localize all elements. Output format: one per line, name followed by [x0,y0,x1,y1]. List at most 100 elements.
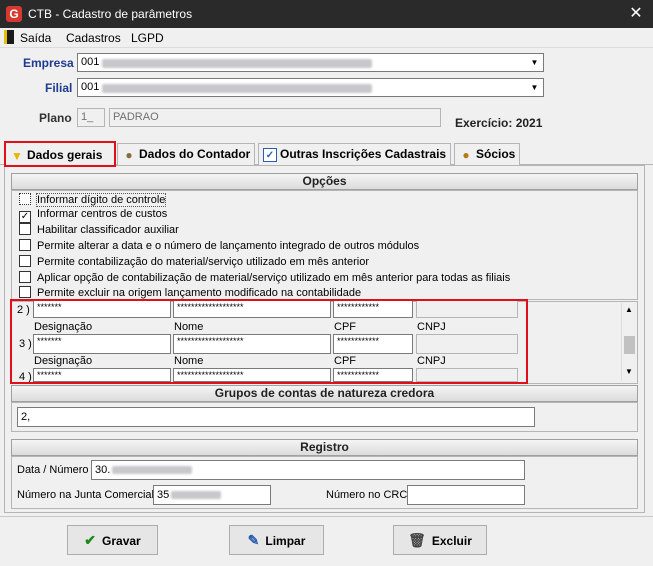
tab-label: Dados gerais [27,148,103,162]
scroll-thumb[interactable] [624,336,635,354]
designacao-field[interactable]: ******* [33,334,171,354]
checkbox-label: Permite excluir na origem lançamento mod… [37,287,362,299]
menu-cadastros[interactable]: Cadastros [66,31,121,45]
tab-dados-contador[interactable]: ● Dados do Contador [117,143,256,165]
checkbox[interactable] [19,271,31,283]
filial-label: Filial [45,81,73,95]
people-icon: ● [462,147,470,162]
col-label-cpf: CPF [334,321,356,333]
tab-outras-inscricoes[interactable]: ✓ Outras Inscrições Cadastrais [258,143,452,165]
opcao-excluir-origem[interactable]: Permite excluir na origem lançamento mod… [19,286,361,301]
opcao-alterar-data[interactable]: Permite alterar a data e o número de lan… [19,239,419,254]
col-label-cnpj: CNPJ [417,355,446,367]
footer-divider [0,516,653,517]
col-label-designacao: Designação [34,355,93,367]
plano-label: Plano [39,111,72,125]
menu-lgpd[interactable]: LGPD [131,31,164,45]
window-title: CTB - Cadastro de parâmetros [28,7,193,21]
col-label-nome: Nome [174,355,204,367]
cpf-field[interactable]: ************ [333,368,413,382]
checkbox[interactable] [19,193,31,205]
checkbox-checked[interactable]: ✓ [19,211,31,223]
menu-bar: Saída Cadastros LGPD [0,28,653,48]
crc-input[interactable] [407,485,525,505]
row-number: 4 ) [19,371,32,383]
person-icon: ● [125,147,133,162]
button-label: Excluir [431,534,472,548]
button-label: Limpar [265,534,306,548]
empresa-select[interactable]: 001 ▼ [77,53,544,72]
checkbox-label: Permite alterar a data e o número de lan… [37,240,420,252]
limpar-button[interactable]: ✎ Limpar [229,525,324,555]
designacao-field[interactable]: ******* [33,300,171,318]
redacted-text [112,466,193,475]
junta-value: 35 [157,489,170,501]
chevron-down-icon[interactable]: ▼ [527,80,542,95]
cnpj-field[interactable] [416,334,518,354]
opcoes-header: Opções [11,173,638,190]
brush-icon: ✎ [247,532,260,548]
exercicio-label: Exercício: 2021 [455,116,543,130]
tab-socios[interactable]: ● Sócios [454,143,521,165]
gravar-button[interactable]: ✔ Gravar [67,525,158,555]
menu-saida[interactable]: Saída [20,31,51,45]
checkbox[interactable] [19,223,31,235]
redacted-text [102,84,372,93]
checkbox-label: Habilitar classificador auxiliar [37,224,179,236]
cpf-field[interactable]: ************ [333,334,413,354]
col-label-cpf: CPF [334,355,356,367]
plano-name-field: PADRAO [109,108,441,127]
checkbox-label: Informar centros de custos [37,208,168,220]
empresa-label: Empresa [23,56,74,70]
tab-label: Outras Inscrições Cadastrais [280,147,447,161]
nome-field[interactable]: ******************* [173,300,331,318]
checkmark-icon: ✔ [84,532,97,548]
close-icon[interactable]: ✕ [625,3,647,25]
cnpj-field[interactable] [416,368,518,382]
tab-label: Dados do Contador [139,147,251,161]
data-numero-label: Data / Número [17,464,89,476]
checkbox-label: Permite contabilização do material/servi… [37,256,369,268]
checkbox[interactable] [19,286,31,298]
tab-label: Sócios [476,147,516,161]
opcao-digito-controle[interactable]: Informar dígito de controle [19,193,167,208]
scroll-down-icon[interactable]: ▼ [625,367,633,376]
crc-label: Número no CRC [326,489,408,501]
chevron-down-icon[interactable]: ▼ [527,55,542,70]
scroll-up-icon[interactable]: ▲ [625,305,633,314]
app-logo-icon: G [6,6,22,22]
trash-icon: 🗑 [408,532,426,548]
filial-select[interactable]: 001 ▼ [77,78,544,97]
designacao-field[interactable]: ******* [33,368,171,382]
col-label-nome: Nome [174,321,204,333]
checkbox-label: Aplicar opção de contabilização de mater… [37,272,511,284]
grupos-header: Grupos de contas de natureza credora [11,385,638,402]
button-label: Gravar [102,534,141,548]
filial-value: 001 [81,81,100,93]
data-numero-input[interactable]: 30. [91,460,525,480]
checkbox[interactable] [19,239,31,251]
redacted-text [102,59,372,68]
opcao-aplicar-filiais[interactable]: Aplicar opção de contabilização de mater… [19,271,510,286]
title-bar: G CTB - Cadastro de parâmetros ✕ [0,0,653,28]
opcao-classificador[interactable]: Habilitar classificador auxiliar [19,223,179,238]
checkbox-label: Informar dígito de controle [35,193,167,207]
checkbox-icon: ✓ [263,147,277,162]
junta-input[interactable]: 35 [153,485,271,505]
row-number: 2 ) [17,304,30,316]
grupos-input[interactable]: 2, [17,407,535,427]
opcao-centros-custos[interactable]: ✓ Informar centros de custos [19,208,167,223]
redacted-text [171,491,222,500]
excluir-button[interactable]: 🗑 Excluir [393,525,487,555]
tab-dados-gerais[interactable]: ▼ Dados gerais [4,141,116,167]
checkbox[interactable] [19,255,31,267]
cnpj-field[interactable] [416,300,518,318]
nome-field[interactable]: ******************* [173,334,331,354]
row-number: 3 ) [19,338,32,350]
cpf-field[interactable]: ************ [333,300,413,318]
opcao-contabilizacao-material[interactable]: Permite contabilização do material/servi… [19,255,369,270]
socios-scrollbar[interactable]: ▲ ▼ [621,303,637,381]
nome-field[interactable]: ******************* [173,368,331,382]
funnel-icon: ▼ [11,148,23,163]
empresa-value: 001 [81,56,100,68]
